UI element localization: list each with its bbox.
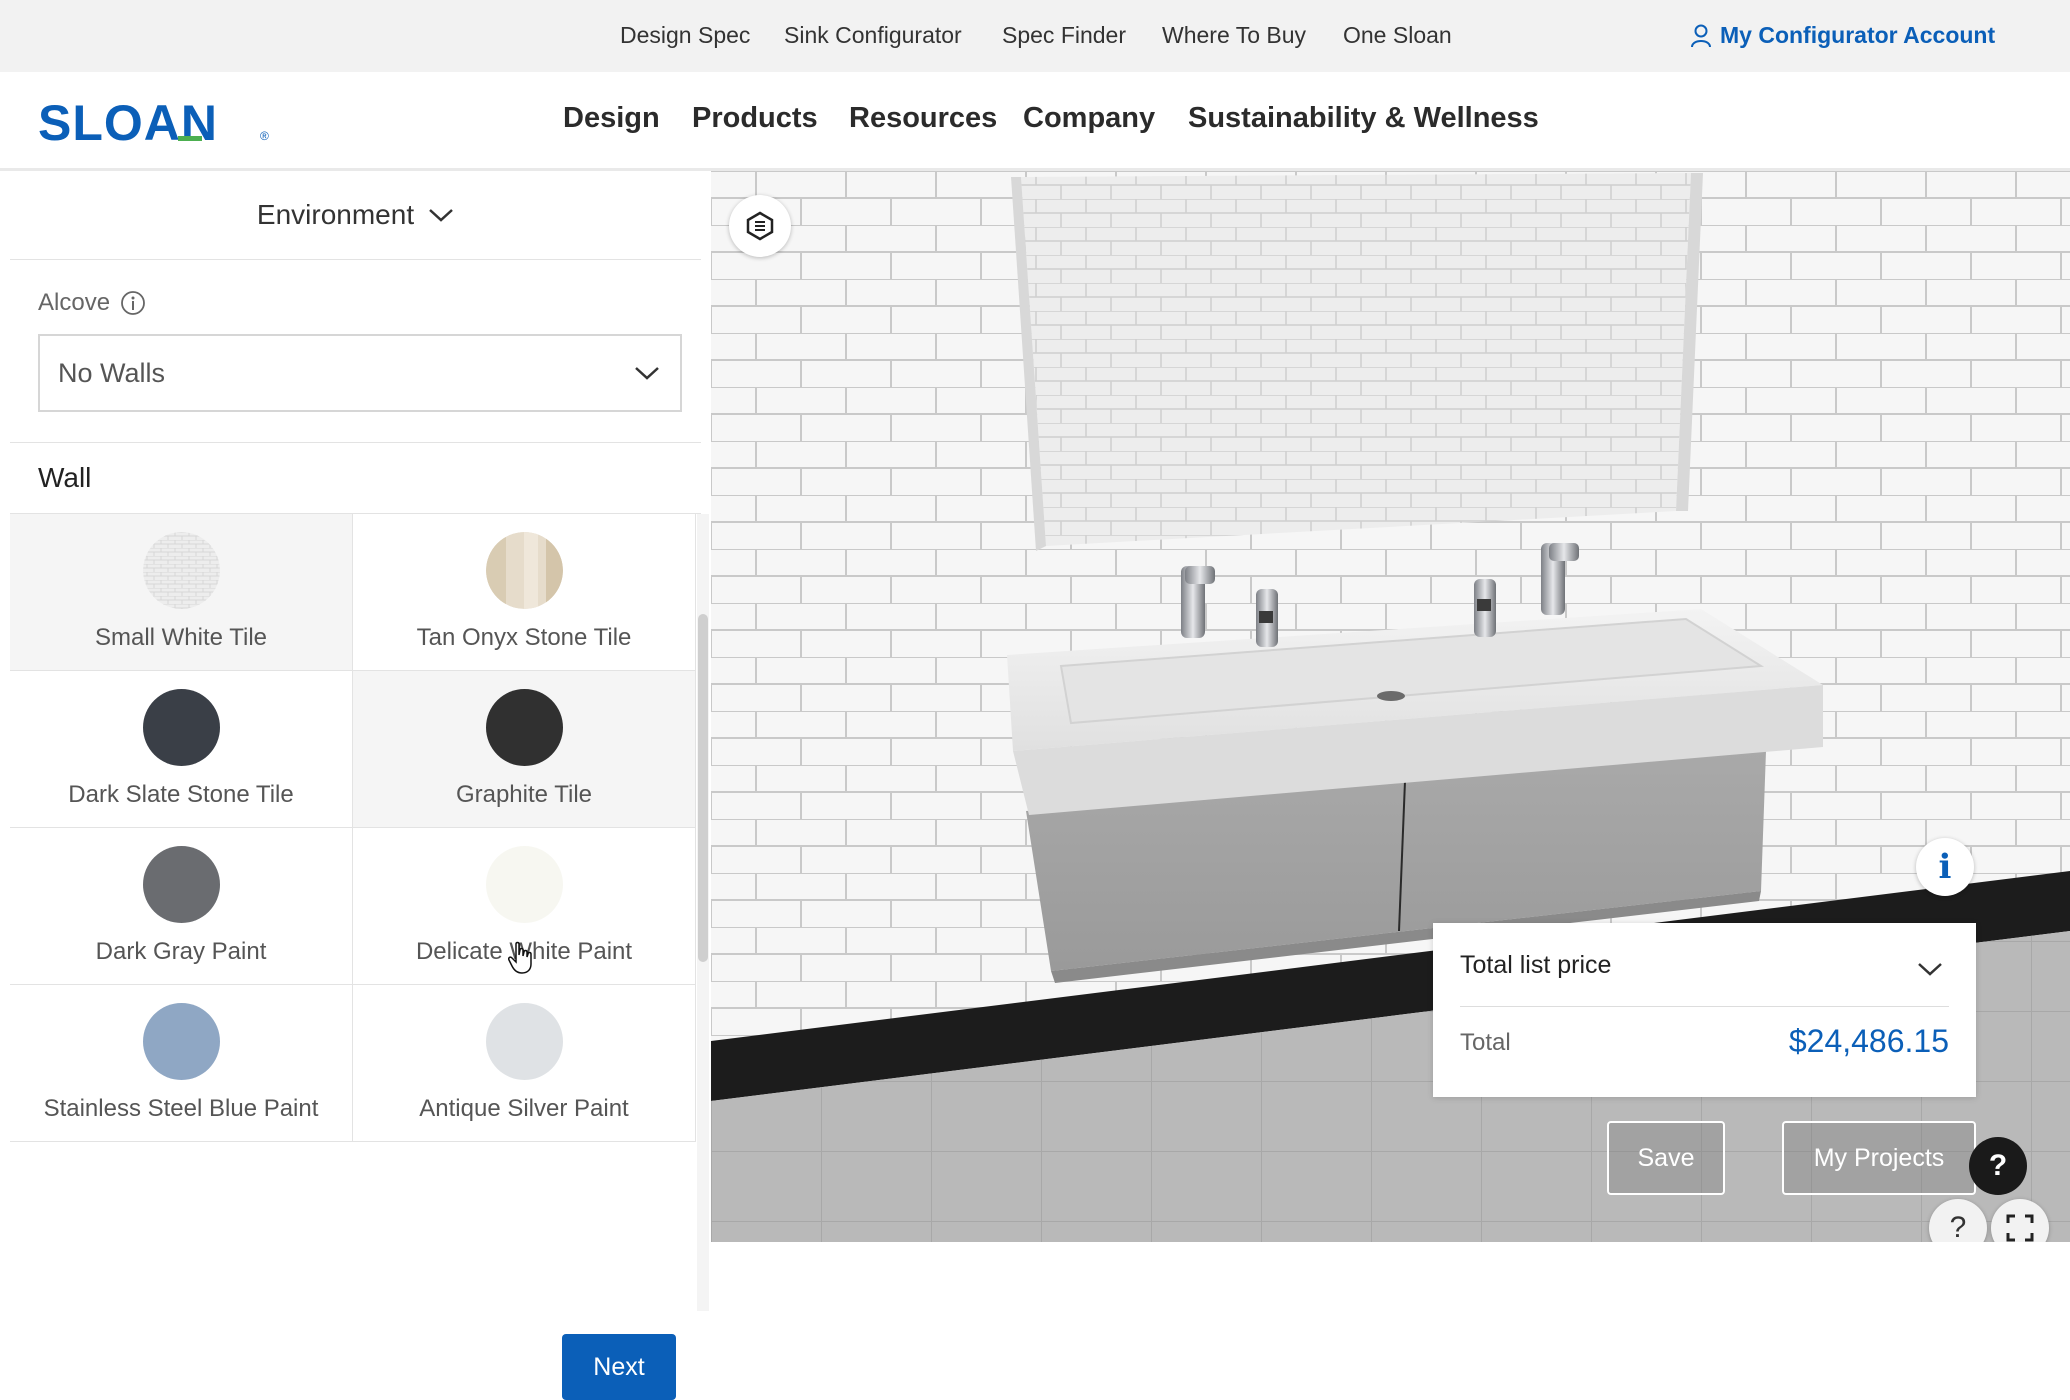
utility-link-sink-configurator[interactable]: Sink Configurator	[784, 22, 962, 49]
price-divider	[1460, 1006, 1949, 1007]
environment-title: Environment	[256, 199, 415, 230]
swatch-color	[143, 846, 220, 923]
price-card-title: Total list price	[1460, 951, 1612, 979]
sloan-logo[interactable]: SLOAN ®	[38, 96, 272, 148]
account-link[interactable]: My Configurator Account	[1690, 22, 1995, 49]
3d-viewer[interactable]: i Total list price Total $24,486.15 Save…	[711, 171, 2070, 1242]
panel-scrollbar-thumb[interactable]	[698, 614, 708, 962]
info-button[interactable]: i	[1916, 838, 1974, 896]
my-projects-button[interactable]: My Projects	[1782, 1121, 1976, 1195]
hand-cursor-icon	[508, 941, 532, 974]
price-card: Total list price Total $24,486.15	[1433, 923, 1976, 1097]
utility-link-one-sloan[interactable]: One Sloan	[1343, 22, 1452, 49]
swatch-small-white-tile[interactable]: Small White Tile	[10, 514, 353, 671]
brand-badge[interactable]	[729, 195, 791, 257]
swatch-antique-silver-paint[interactable]: Antique Silver Paint	[353, 985, 696, 1142]
swatch-name: Antique Silver Paint	[419, 1095, 629, 1122]
configurator-panel: Environment Alcove No Walls Wall Small W…	[0, 171, 712, 1400]
swatch-color	[486, 846, 563, 923]
swatch-color	[143, 1003, 220, 1080]
fullscreen-icon	[2006, 1214, 2034, 1242]
swatch-name: Dark Slate Stone Tile	[68, 781, 294, 808]
swatch-dark-slate-stone-tile[interactable]: Dark Slate Stone Tile	[10, 671, 353, 828]
nav-resources[interactable]: Resources	[849, 102, 997, 135]
account-link-label: My Configurator Account	[1720, 22, 1996, 48]
swatch-stainless-steel-blue-paint[interactable]: Stainless Steel Blue Paint	[10, 985, 353, 1142]
alcove-label: Alcove	[38, 289, 146, 317]
question-icon: ?	[1949, 1211, 1967, 1242]
help-chat-button[interactable]: ?	[1969, 1137, 2027, 1195]
utility-bar: Design Spec Sink Configurator Spec Finde…	[0, 0, 2070, 73]
nav-products[interactable]: Products	[692, 102, 818, 135]
utility-link-design-spec[interactable]: Design Spec	[620, 22, 750, 49]
wall-swatch-grid: Small White Tile Tan Onyx Stone Tile Dar…	[10, 514, 696, 1311]
swatch-name: Graphite Tile	[455, 781, 593, 808]
swatch-name: Dark Gray Paint	[95, 938, 267, 965]
nav-company[interactable]: Company	[1023, 102, 1155, 135]
swatch-color	[486, 689, 563, 766]
swatch-tan-onyx-stone-tile[interactable]: Tan Onyx Stone Tile	[353, 514, 696, 671]
swatch-graphite-tile[interactable]: Graphite Tile	[353, 671, 696, 828]
logo-registered: ®	[260, 129, 269, 143]
total-label: Total	[1460, 1029, 1511, 1056]
chevron-down-icon	[429, 209, 453, 222]
nav-sustainability[interactable]: Sustainability & Wellness	[1188, 102, 1539, 135]
nav-design[interactable]: Design	[563, 102, 660, 135]
wall-heading: Wall	[10, 442, 701, 514]
chevron-down-icon[interactable]	[1917, 961, 1943, 977]
swatch-name: Stainless Steel Blue Paint	[43, 1095, 319, 1122]
alcove-select-value: No Walls	[58, 357, 166, 388]
chevron-down-icon	[635, 367, 659, 380]
utility-link-spec-finder[interactable]: Spec Finder	[1002, 22, 1126, 49]
utility-link-where-to-buy[interactable]: Where To Buy	[1162, 22, 1306, 49]
total-value: $24,486.15	[1788, 1023, 1949, 1059]
alcove-label-text: Alcove	[38, 289, 111, 316]
save-button[interactable]: Save	[1607, 1121, 1725, 1195]
swatch-name: Small White Tile	[94, 624, 268, 651]
user-icon	[1691, 24, 1711, 47]
swatch-color	[486, 532, 563, 609]
swatch-color	[486, 1003, 563, 1080]
environment-dropdown[interactable]: Environment	[10, 171, 701, 260]
swatch-dark-gray-paint[interactable]: Dark Gray Paint	[10, 828, 353, 985]
swatch-name: Tan Onyx Stone Tile	[416, 624, 632, 651]
next-button[interactable]: Next	[562, 1334, 676, 1400]
swatch-color	[143, 689, 220, 766]
alcove-select[interactable]: No Walls	[38, 334, 682, 412]
info-circle-icon[interactable]	[120, 290, 146, 316]
main-header: SLOAN ® Design Products Resources Compan…	[0, 72, 2070, 171]
swatch-color	[143, 532, 220, 609]
sloan-mark-icon	[746, 211, 774, 241]
